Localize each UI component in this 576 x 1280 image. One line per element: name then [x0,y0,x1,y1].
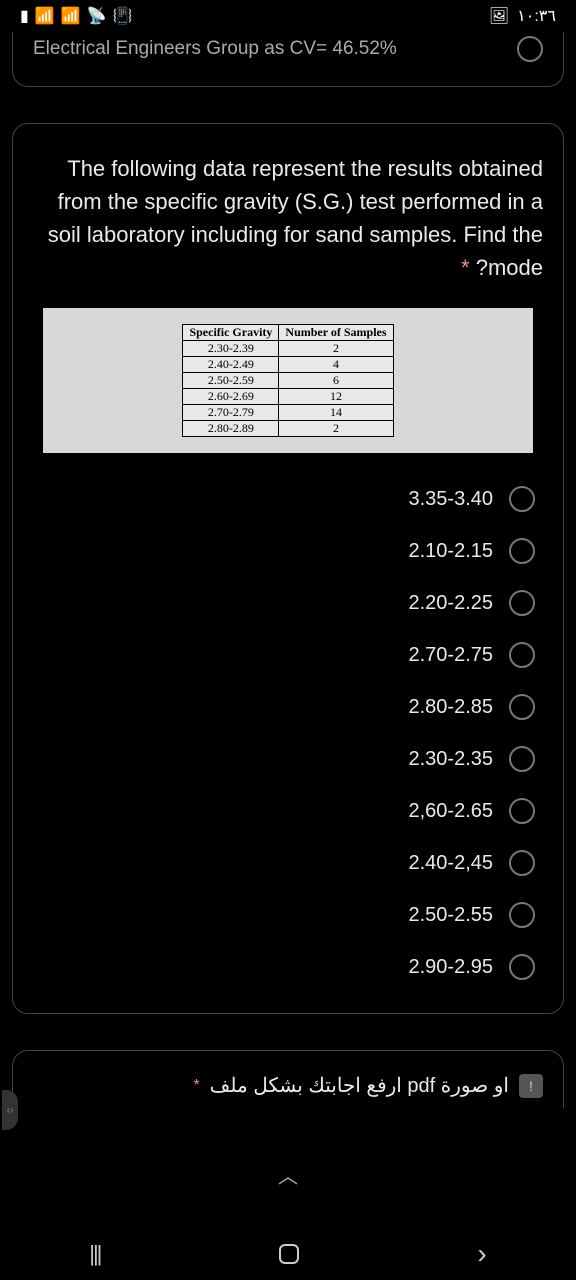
table-row: 2.60-2.6912 [183,389,393,405]
table-header-sg: Specific Gravity [183,325,279,341]
previous-question-card: Electrical Engineers Group as CV= 46.52% [12,32,564,87]
option-label: 2.40-2,45 [408,852,493,875]
radio-option[interactable] [517,36,543,62]
table-row: 2.70-2.7914 [183,405,393,421]
option-item[interactable]: 2.30-2.35 [33,733,543,785]
option-item[interactable]: 2.90-2.95 [33,941,543,993]
question-card: The following data represent the results… [12,123,564,1014]
option-label: 2.50-2.55 [408,904,493,927]
required-asterisk: * [193,1077,199,1095]
table-row: 2.30-2.392 [183,341,393,357]
option-label: 2.30-2.35 [408,748,493,771]
option-label: 2.10-2.15 [408,540,493,563]
option-item[interactable]: 2,60-2.65 [33,785,543,837]
table-row: 2.80-2.892 [183,421,393,437]
table-header-samples: Number of Samples [279,325,393,341]
status-bar: ▮ 📶 📶 📡 📳 🖼 ١٠:٣٦ [0,0,576,32]
options-list: 3.35-3.40 2.10-2.15 2.20-2.25 2.70-2.75 … [33,473,543,993]
data-table: Specific Gravity Number of Samples 2.30-… [182,324,393,437]
signal-icon: 📶 [35,6,55,26]
question-text: The following data represent the results… [33,152,543,284]
upload-text: ارفع اجابتك بشكل ملف pdf او صورة [210,1073,509,1098]
home-button[interactable] [279,1244,299,1264]
side-panel-handle[interactable]: ‹› [2,1090,18,1130]
option-item[interactable]: 2.70-2.75 [33,629,543,681]
radio-icon [509,486,535,512]
option-item[interactable]: 2.80-2.85 [33,681,543,733]
status-right: 🖼 ١٠:٣٦ [489,6,556,26]
recent-apps-button[interactable]: ||| [89,1241,100,1267]
required-asterisk: * [461,255,470,280]
radio-icon [509,590,535,616]
battery-icon: ▮ [20,6,29,26]
option-item[interactable]: 2.10-2.15 [33,525,543,577]
radio-icon [509,954,535,980]
option-label: 3.35-3.40 [408,488,493,511]
radio-icon [509,642,535,668]
option-item[interactable]: 3.35-3.40 [33,473,543,525]
back-button[interactable]: › [477,1238,486,1270]
previous-question-text: Electrical Engineers Group as CV= 46.52% [33,38,397,60]
clock-time: ١٠:٣٦ [517,6,556,26]
vibrate-icon: 📳 [113,6,133,26]
option-label: 2.90-2.95 [408,956,493,979]
option-label: 2.20-2.25 [408,592,493,615]
signal-icon-2: 📶 [61,6,81,26]
upload-card: * ارفع اجابتك بشكل ملف pdf او صورة ! [12,1050,564,1108]
image-icon: 🖼 [489,6,509,26]
chevron-up-icon[interactable]: ︿ [278,1160,298,1189]
option-label: 2.80-2.85 [408,696,493,719]
table-row: 2.40-2.494 [183,357,393,373]
data-table-image: Specific Gravity Number of Samples 2.30-… [43,308,533,453]
option-item[interactable]: 2.40-2,45 [33,837,543,889]
radio-icon [509,538,535,564]
option-label: 2,60-2.65 [408,800,493,823]
option-item[interactable]: 2.20-2.25 [33,577,543,629]
option-item[interactable]: 2.50-2.55 [33,889,543,941]
option-label: 2.70-2.75 [408,644,493,667]
status-icons-left: ▮ 📶 📶 📡 📳 [20,6,133,26]
navigation-bar: ||| › [0,1228,576,1280]
radio-icon [509,850,535,876]
radio-icon [509,798,535,824]
table-row: 2.50-2.596 [183,373,393,389]
radio-icon [509,694,535,720]
radio-icon [509,902,535,928]
wifi-icon: 📡 [87,6,107,26]
warning-icon: ! [519,1074,543,1098]
radio-icon [509,746,535,772]
